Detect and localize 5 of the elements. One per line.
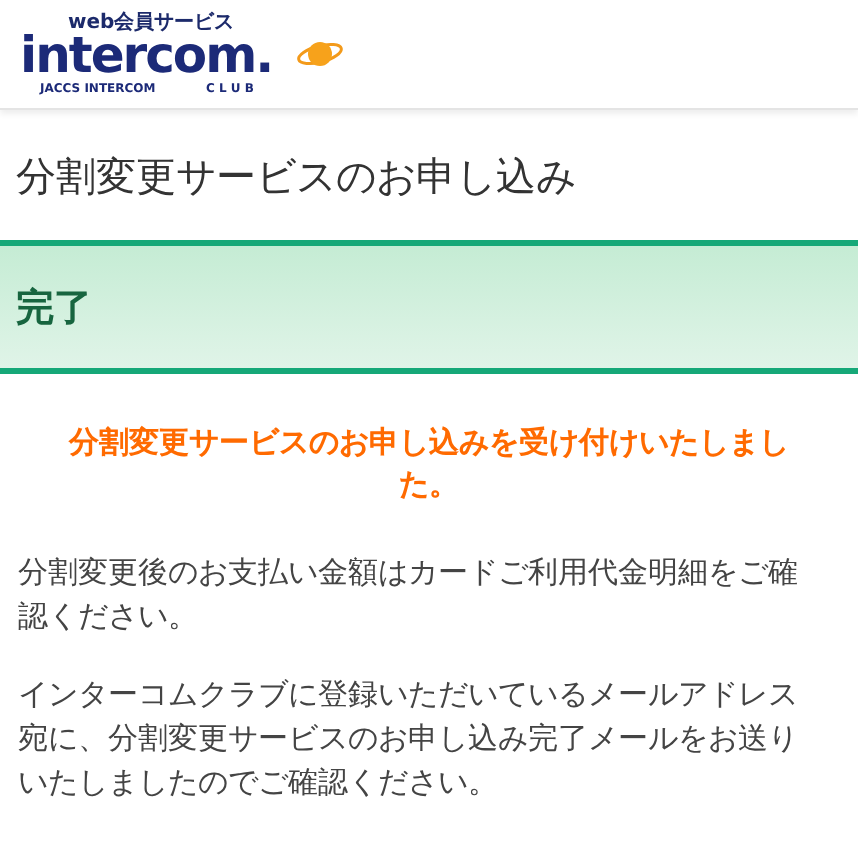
info-paragraph: 分割変更後のお支払い金額はカードご利用代金明細をご確認ください。: [18, 552, 800, 638]
status-banner: 完了: [0, 240, 858, 374]
info-paragraph: インターコムクラブに登録いただいているメールアドレス宛に、分割変更サービスのお申し込み完了メールをお送りいたしましたのでご確認ください。: [18, 674, 800, 804]
completion-notice: 分割変更サービスのお申し込みを受け付けいたしました。: [66, 422, 791, 506]
page-title: 分割変更サービスのお申し込み: [14, 150, 578, 204]
